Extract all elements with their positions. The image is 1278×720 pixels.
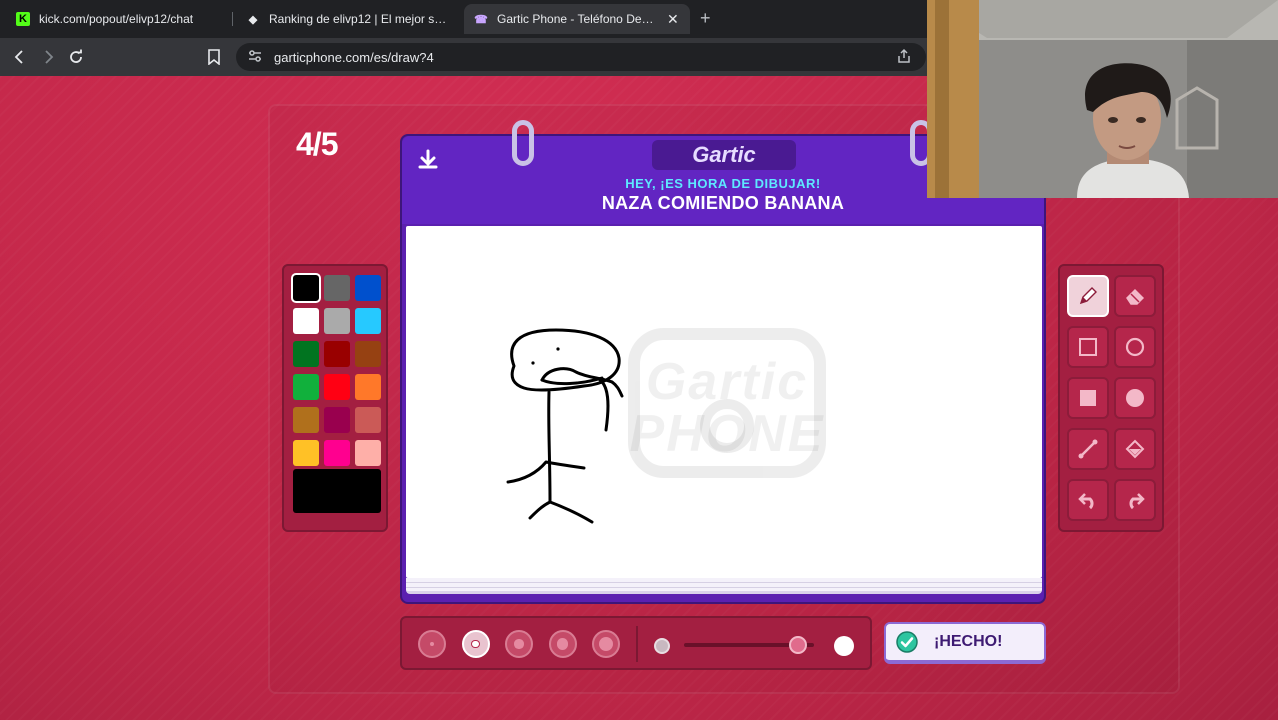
opacity-slider-thumb[interactable] xyxy=(789,636,808,654)
kick-favicon-icon: K xyxy=(16,12,30,26)
bookmark-icon[interactable] xyxy=(202,45,226,69)
color-swatch[interactable] xyxy=(293,341,319,367)
opacity-min-icon xyxy=(654,638,670,654)
brush-size-button[interactable] xyxy=(592,630,620,658)
fill-bucket-icon xyxy=(1125,439,1145,459)
gartic-logo: Gartic xyxy=(652,140,796,170)
color-swatch[interactable] xyxy=(355,440,381,466)
tab-ranking[interactable]: ◆ Ranking de elivp12 | El mejor softwar xyxy=(236,4,458,34)
redo-icon xyxy=(1129,493,1145,510)
back-arrow-icon[interactable] xyxy=(8,45,32,69)
brush-size-dot-icon xyxy=(514,639,524,649)
eraser-tool-button[interactable] xyxy=(1114,275,1156,317)
rectangle-filled-tool-button[interactable] xyxy=(1067,377,1109,419)
color-swatch[interactable] xyxy=(355,308,381,334)
binder-ring-left xyxy=(512,120,534,166)
check-badge-icon xyxy=(896,631,918,653)
color-swatch[interactable] xyxy=(324,374,350,400)
drawing-board: Gartic HEY, ¡ES HORA DE DIBUJAR! NAZA CO… xyxy=(400,120,1046,604)
rectangle-outline-tool-button[interactable] xyxy=(1067,326,1109,368)
tab-divider xyxy=(232,12,233,26)
circle-outline-icon xyxy=(1125,337,1145,357)
divider xyxy=(636,626,638,662)
tab-kick-chat[interactable]: K kick.com/popout/elivp12/chat xyxy=(6,4,228,34)
circle-outline-tool-button[interactable] xyxy=(1114,326,1156,368)
stick-figure-drawing xyxy=(506,328,624,524)
color-swatch[interactable] xyxy=(324,308,350,334)
drawing-canvas[interactable]: Gartic PHONE xyxy=(406,226,1042,578)
pencil-icon xyxy=(1079,287,1097,305)
brush-size-dot-icon xyxy=(429,641,435,647)
opacity-max-icon xyxy=(834,636,854,656)
brush-size-button[interactable] xyxy=(548,630,577,658)
brush-size-button[interactable] xyxy=(505,630,533,658)
brush-size-dot-icon xyxy=(472,640,479,648)
undo-icon xyxy=(1078,493,1094,510)
tool-panel xyxy=(1058,264,1164,532)
tab-gartic-phone[interactable]: ☎ Gartic Phone - Teléfono Descom ✕ xyxy=(464,4,690,34)
tab-label: Ranking de elivp12 | El mejor softwar xyxy=(269,12,448,26)
color-swatch[interactable] xyxy=(291,273,321,303)
color-swatch[interactable] xyxy=(293,374,319,400)
tab-label: Gartic Phone - Teléfono Descom xyxy=(497,12,659,26)
color-swatch[interactable] xyxy=(293,440,319,466)
color-swatch[interactable] xyxy=(355,341,381,367)
paper-stack xyxy=(406,578,1042,594)
rectangle-filled-icon xyxy=(1080,390,1096,406)
color-swatch[interactable] xyxy=(355,407,381,433)
rectangle-outline-icon xyxy=(1079,338,1097,356)
color-swatch[interactable] xyxy=(293,407,319,433)
share-icon[interactable] xyxy=(896,48,912,67)
reload-icon[interactable] xyxy=(64,45,88,69)
line-icon xyxy=(1078,439,1098,459)
done-button[interactable]: ¡HECHO! xyxy=(884,622,1046,664)
download-icon[interactable] xyxy=(416,148,440,172)
address-bar[interactable]: garticphone.com/es/draw?4 xyxy=(236,43,926,71)
color-swatch[interactable] xyxy=(324,440,350,466)
color-swatch[interactable] xyxy=(355,374,381,400)
circle-filled-icon xyxy=(1126,389,1144,407)
done-button-label: ¡HECHO! xyxy=(934,633,1003,650)
undo-tool-button[interactable] xyxy=(1067,479,1109,521)
color-swatch[interactable] xyxy=(324,341,350,367)
color-swatch[interactable] xyxy=(355,275,381,301)
pencil-tool-button[interactable] xyxy=(1067,275,1109,317)
current-color-preview xyxy=(293,469,381,513)
url-text[interactable]: garticphone.com/es/draw?4 xyxy=(274,50,434,65)
fill-bucket-tool-button[interactable] xyxy=(1114,428,1156,470)
gartic-favicon-icon: ☎ xyxy=(474,13,488,26)
round-counter: 4/5 xyxy=(296,126,338,162)
redo-tool-button[interactable] xyxy=(1114,479,1156,521)
circle-filled-tool-button[interactable] xyxy=(1114,377,1156,419)
brush-size-dot-icon xyxy=(556,638,569,650)
tab-label: kick.com/popout/elivp12/chat xyxy=(39,12,194,26)
line-tool-button[interactable] xyxy=(1067,428,1109,470)
new-tab-button[interactable]: + xyxy=(700,8,711,29)
eraser-icon xyxy=(1126,288,1145,305)
color-swatch[interactable] xyxy=(324,407,350,433)
brush-settings xyxy=(400,616,872,670)
forward-arrow-icon[interactable] xyxy=(36,45,60,69)
color-palette xyxy=(282,264,388,532)
color-swatch[interactable] xyxy=(293,308,319,334)
webcam-overlay xyxy=(927,0,1278,198)
ranking-favicon-icon: ◆ xyxy=(248,13,258,26)
color-swatch[interactable] xyxy=(324,275,350,301)
brush-size-button[interactable] xyxy=(418,630,446,658)
streamer-webcam-image xyxy=(927,0,1278,198)
brush-size-dot-icon xyxy=(599,637,613,651)
brush-size-button[interactable] xyxy=(461,630,490,658)
close-tab-icon[interactable]: ✕ xyxy=(667,11,679,28)
tune-icon[interactable] xyxy=(248,49,262,66)
